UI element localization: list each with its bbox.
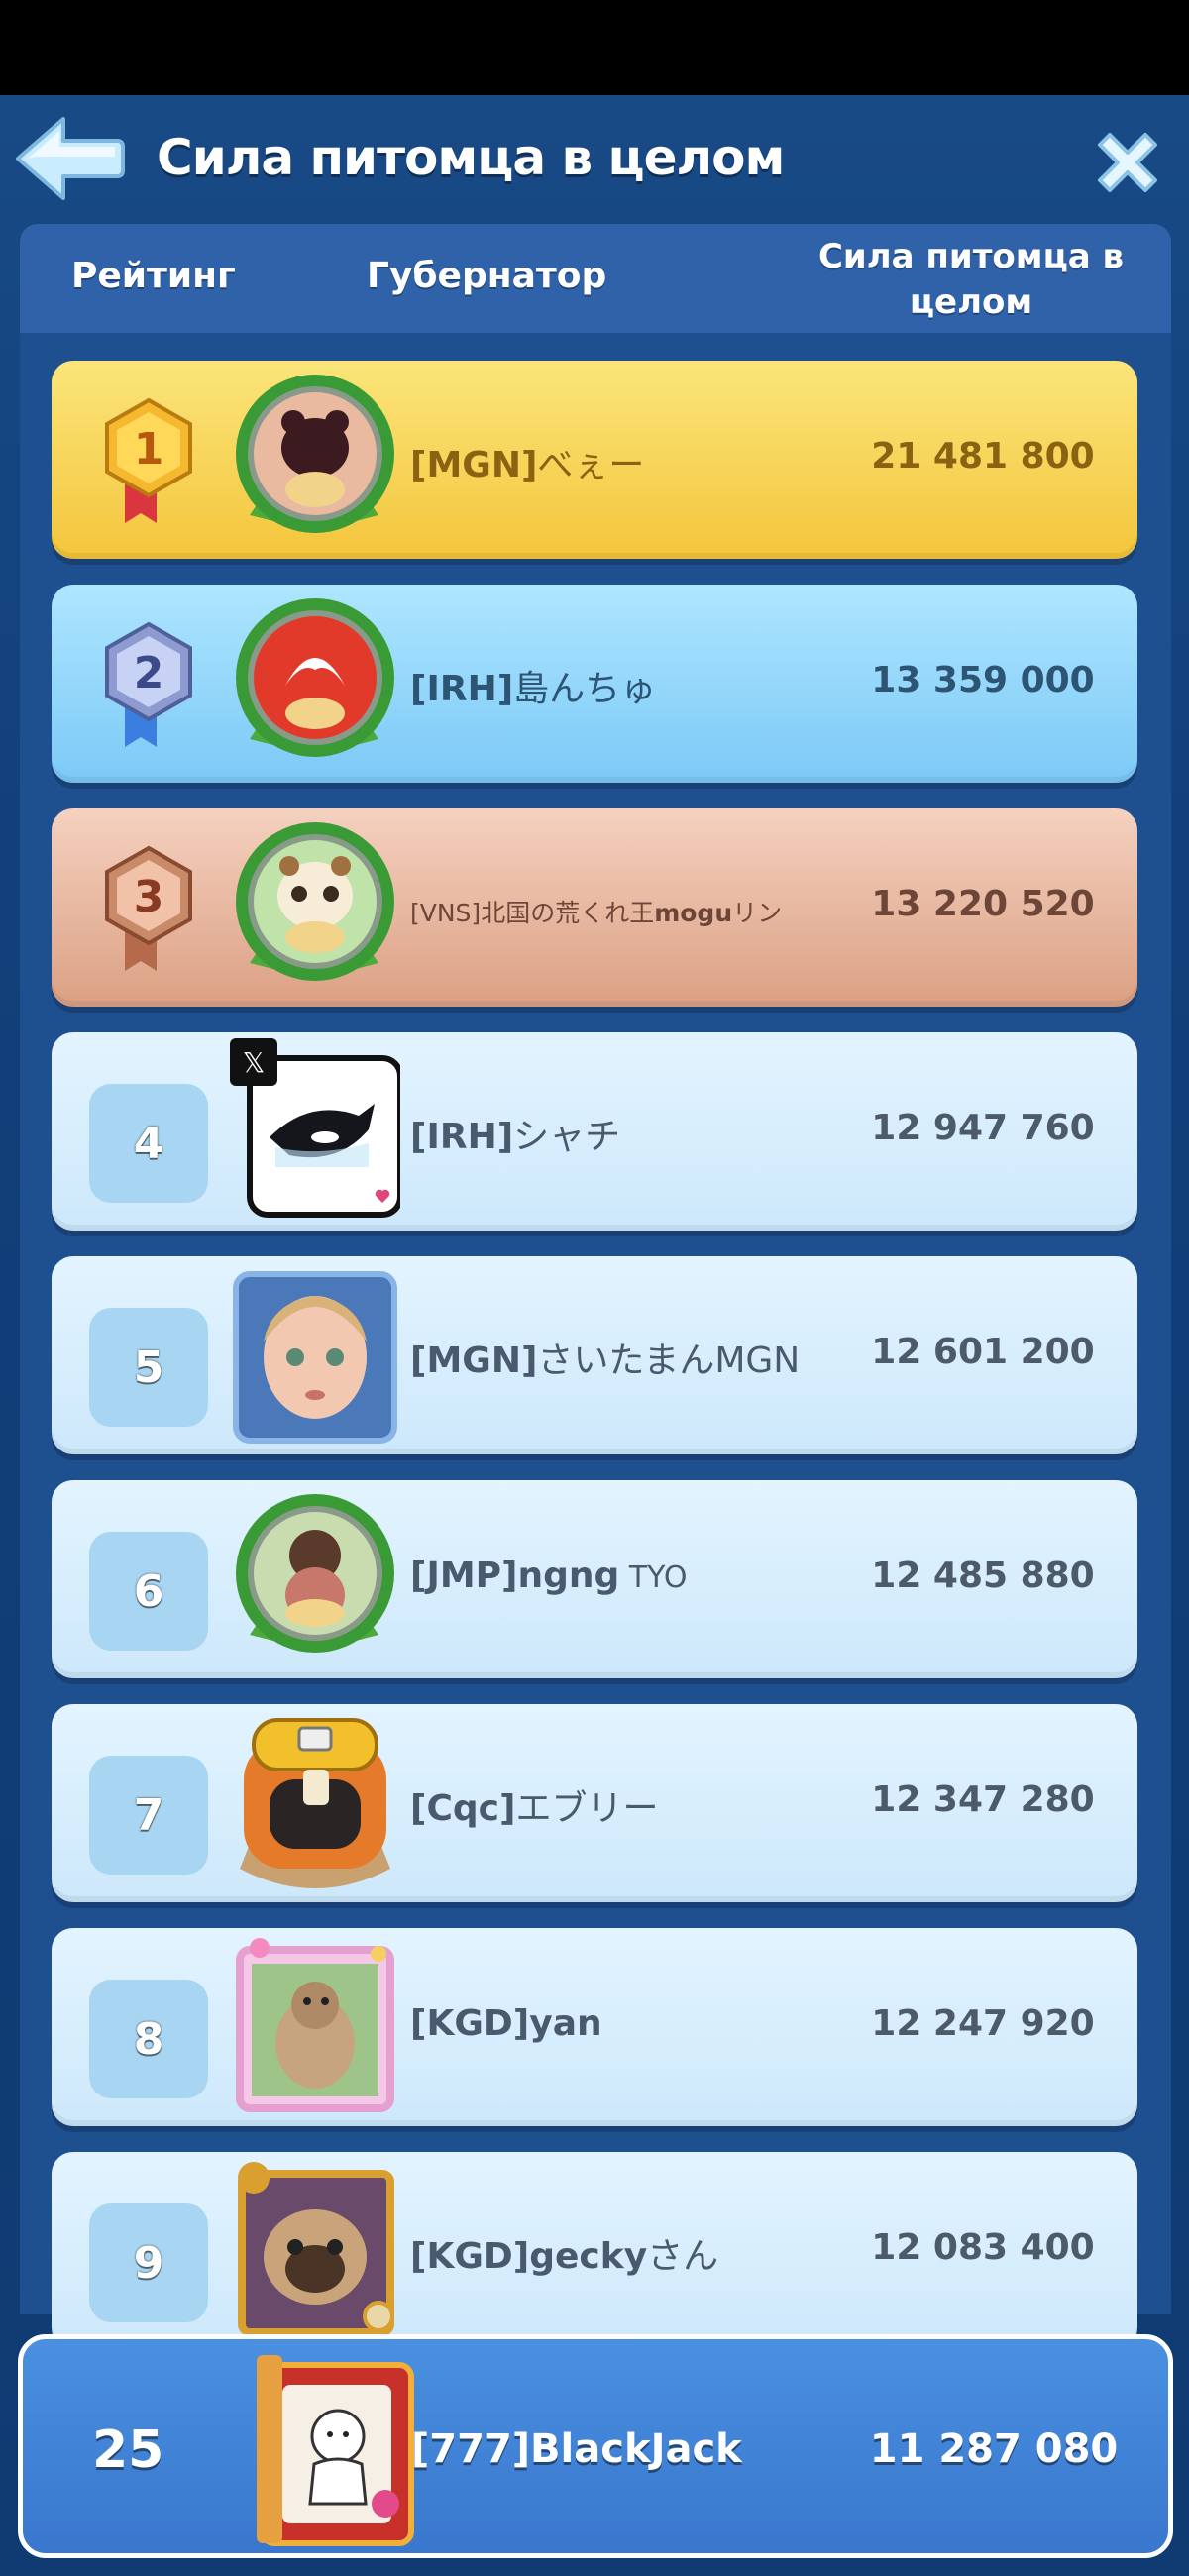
player-name-tail: TYO [619, 1560, 688, 1595]
player-name: シャチ [513, 1117, 621, 1157]
player-name: gecky [529, 2236, 648, 2277]
column-header: Рейтинг Губернатор Сила питомца в целом [20, 224, 1171, 333]
rank-number: 4 [89, 1084, 208, 1203]
pug-avatar [238, 2162, 394, 2336]
my-rank-number: 25 [92, 2420, 164, 2480]
close-icon [1098, 133, 1157, 192]
column-power-label: Сила питомца в целом [817, 237, 1125, 322]
bronze-medal-icon: 3 [105, 845, 192, 971]
ranking-row-2[interactable]: 2 [IRH]島んちゅ 13 359 000 [52, 585, 1137, 783]
ranking-row-9[interactable]: 9 [KGD]geckyさん 12 083 400 [52, 2152, 1137, 2350]
governor-name: [KGD]yan [410, 2003, 602, 2044]
pet-power-value: 13 359 000 [871, 660, 1095, 700]
silver-medal-icon: 2 [105, 621, 192, 747]
status-bar [0, 0, 1189, 95]
orca-avatar: 𝕏 [230, 1038, 400, 1218]
my-ranking-row[interactable]: 25 [777]BlackJack 11 287 080 [18, 2334, 1173, 2558]
alliance-tag: [IRH] [410, 1117, 514, 1157]
ranking-row-1[interactable]: 1 [MGN]べぇー 21 481 800 [52, 361, 1137, 559]
bear-pet-avatar [236, 375, 394, 533]
emblem-pet-avatar [236, 598, 394, 757]
governor-name: [KGD]geckyさん [410, 2227, 718, 2279]
pet-power-value: 12 247 920 [871, 2003, 1095, 2044]
miner-avatar [240, 1718, 390, 1888]
pet-power-value: 21 481 800 [871, 436, 1095, 477]
alliance-tag: [JMP] [410, 1556, 518, 1596]
governor-name: [JMP]ngng TYO [410, 1556, 687, 1596]
my-governor-name: [777]BlackJack [411, 2426, 742, 2472]
column-governor-label: Губернатор [367, 256, 607, 296]
rank-number: 9 [89, 2203, 208, 2322]
doll-avatar [233, 1271, 397, 1444]
rank-number: 2 [134, 648, 164, 698]
rank-number: 5 [89, 1308, 208, 1427]
arrow-left-icon [16, 117, 125, 200]
player-name: yan [529, 2003, 602, 2044]
player-name: エブリー [515, 1788, 659, 1829]
rank-number: 6 [89, 1532, 208, 1651]
gold-medal-icon: 1 [105, 397, 192, 523]
pet-power-value: 12 601 200 [871, 1332, 1095, 1372]
alliance-tag: [VNS] [410, 899, 482, 927]
player-name-bold: mogu [654, 899, 733, 927]
governor-name: [Cqc]エブリー [410, 1779, 658, 1831]
governor-name: [IRH]島んちゅ [410, 660, 656, 711]
rank-number: 7 [89, 1756, 208, 1875]
pet-power-value: 13 220 520 [871, 884, 1095, 924]
ranking-row-4[interactable]: 4 𝕏 [IRH]シャチ 12 947 760 [52, 1032, 1137, 1231]
ranking-row-7[interactable]: 7 [Cqc]エブリー 12 347 280 [52, 1704, 1137, 1902]
player-name: さいたまんMGN [537, 1341, 801, 1381]
column-rank-label: Рейтинг [71, 256, 236, 296]
pet-power-value: 12 083 400 [871, 2227, 1095, 2268]
alliance-tag: [KGD] [410, 2236, 530, 2277]
ranking-row-5[interactable]: 5 [MGN]さいたまんMGN 12 601 200 [52, 1256, 1137, 1454]
governor-name: [IRH]シャチ [410, 1108, 620, 1159]
alliance-tag: [MGN] [410, 1341, 538, 1381]
ranking-row-3[interactable]: 3 [VNS]北国の荒くれ王moguリン 13 220 520 [52, 808, 1137, 1007]
governor-name: [MGN]べぇー [410, 436, 644, 487]
player-name: ngng [517, 1556, 620, 1596]
girl-pet-avatar [236, 1494, 394, 1653]
my-pet-power-value: 11 287 080 [869, 2426, 1119, 2472]
close-button[interactable] [1090, 125, 1165, 200]
rank-number: 1 [134, 424, 164, 475]
player-name-tail: リン [732, 899, 783, 927]
panda-pet-avatar [236, 822, 394, 981]
back-button[interactable] [14, 113, 125, 204]
ranking-row-6[interactable]: 6 [JMP]ngng TYO 12 485 880 [52, 1480, 1137, 1678]
player-name: 島んちゅ [513, 669, 657, 709]
governor-name: [MGN]さいたまんMGN [410, 1332, 800, 1383]
alliance-tag: [Cqc] [410, 1788, 516, 1829]
rank-number: 8 [89, 1980, 208, 2098]
chipmunk-avatar [236, 1938, 394, 2112]
svg-text:𝕏: 𝕏 [243, 1046, 266, 1079]
pet-power-value: 12 347 280 [871, 1779, 1095, 1820]
player-name: 北国の荒くれ王 [481, 899, 655, 927]
pet-power-value: 12 485 880 [871, 1556, 1095, 1596]
player-name: べぇー [537, 445, 645, 485]
alliance-tag: [MGN] [410, 445, 538, 485]
player-name-tail: さん [647, 2236, 719, 2277]
governor-name: [VNS]北国の荒くれ王moguリン [410, 894, 782, 929]
ranking-row-8[interactable]: 8 [KGD]yan 12 247 920 [52, 1928, 1137, 2126]
alliance-tag: [IRH] [410, 669, 514, 709]
pet-power-value: 12 947 760 [871, 1108, 1095, 1148]
page-title: Сила питомца в целом [157, 129, 785, 186]
rank-number: 3 [134, 872, 164, 922]
alliance-tag: [KGD] [410, 2003, 530, 2044]
header: Сила питомца в целом [0, 95, 1189, 224]
